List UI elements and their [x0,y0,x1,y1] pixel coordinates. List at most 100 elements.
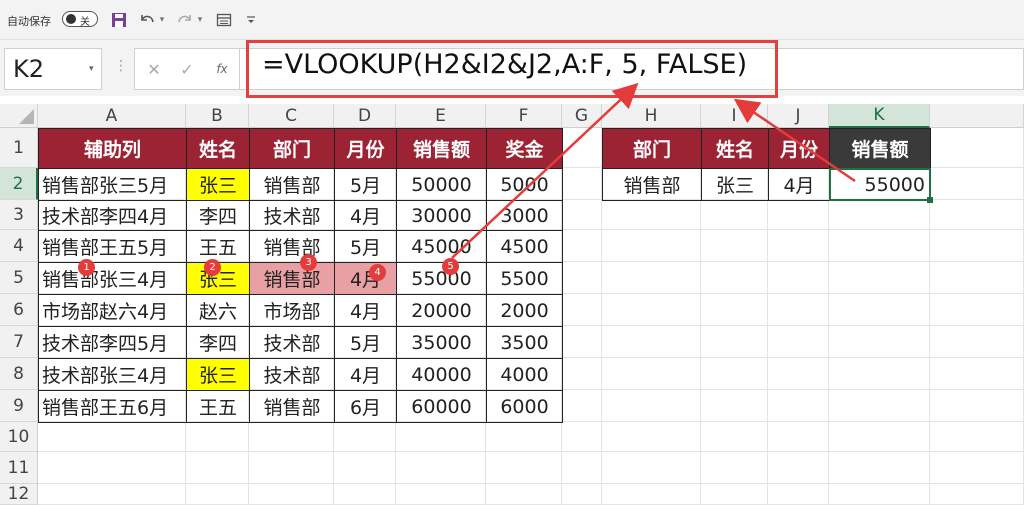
grid-cell[interactable] [562,422,602,452]
grid-cell[interactable] [602,484,701,505]
grid-cell[interactable] [562,168,602,200]
grid-cell[interactable] [829,230,930,262]
grid-cell[interactable] [701,326,768,358]
column-header-h[interactable]: H [602,104,701,128]
grid-cell[interactable] [186,484,249,505]
grid-cell[interactable] [186,422,249,452]
grid-cell[interactable] [562,326,602,358]
source-data-cell[interactable]: 销售部 [249,390,335,423]
source-data-cell[interactable]: 技术部张三4月 [38,358,187,391]
grid-cell[interactable] [768,326,829,358]
column-header-b[interactable]: B [186,104,249,128]
autosave-toggle[interactable]: 关 [62,11,98,28]
source-data-cell[interactable]: 5月 [334,168,397,201]
source-data-cell[interactable]: 市场部赵六4月 [38,294,187,327]
grid-cell[interactable] [829,422,930,452]
source-data-cell[interactable]: 50000 [396,168,487,201]
source-data-cell[interactable]: 4月 [334,294,397,327]
fill-handle[interactable] [927,197,933,203]
source-data-cell[interactable]: 市场部 [249,294,335,327]
source-data-cell[interactable]: 4月 [334,262,397,295]
undo-dropdown-icon[interactable]: ▾ [157,10,167,30]
grid-cell[interactable] [829,262,930,294]
customize-icon[interactable] [244,10,258,30]
grid-cell[interactable] [829,200,930,230]
grid-cell[interactable] [38,484,186,505]
save-icon[interactable] [108,10,130,30]
source-data-cell[interactable]: 20000 [396,294,487,327]
grid-cell[interactable] [396,484,486,505]
grid-cell[interactable] [930,422,1024,452]
grid-cell[interactable] [768,484,829,505]
grid-cell[interactable] [930,452,1024,484]
more-icon[interactable]: ⋮ [114,58,128,74]
grid-cell[interactable] [930,200,1024,230]
column-header-a[interactable]: A [38,104,186,128]
grid-cell[interactable] [562,262,602,294]
column-header-c[interactable]: C [249,104,334,128]
grid-cell[interactable] [768,294,829,326]
source-data-cell[interactable]: 45000 [396,230,487,263]
grid-cell[interactable] [930,128,1024,168]
grid-cell[interactable] [38,452,186,484]
cancel-icon[interactable]: ✕ [145,59,163,79]
source-data-cell[interactable]: 销售部张三5月 [38,168,187,201]
column-header-f[interactable]: F [486,104,562,128]
grid-cell[interactable] [768,422,829,452]
redo-dropdown-icon[interactable]: ▾ [195,10,205,30]
source-data-cell[interactable]: 销售部张三4月 [38,262,187,295]
grid-cell[interactable] [701,294,768,326]
source-data-cell[interactable]: 李四 [186,326,250,359]
source-data-cell[interactable]: 4000 [486,358,563,391]
grid-cell[interactable] [768,358,829,390]
source-data-cell[interactable]: 技术部 [249,358,335,391]
source-data-cell[interactable]: 60000 [396,390,487,423]
source-data-cell[interactable]: 销售部 [249,262,335,295]
source-data-cell[interactable]: 技术部 [249,326,335,359]
source-data-cell[interactable]: 销售部王五6月 [38,390,187,423]
lookup-data-cell[interactable]: 4月 [768,168,830,201]
grid-cell[interactable] [602,200,701,230]
source-data-cell[interactable]: 4500 [486,230,563,263]
column-header-d[interactable]: D [334,104,396,128]
grid-cell[interactable] [249,452,334,484]
print-preview-icon[interactable] [213,10,235,30]
source-data-cell[interactable]: 技术部李四5月 [38,326,187,359]
source-data-cell[interactable]: 王五 [186,230,250,263]
grid-cell[interactable] [249,484,334,505]
grid-cell[interactable] [829,390,930,422]
row-header-9[interactable]: 9 [0,390,38,422]
column-header-e[interactable]: E [396,104,486,128]
grid-cell[interactable] [38,422,186,452]
grid-cell[interactable] [562,484,602,505]
column-header-j[interactable]: J [768,104,829,128]
grid-cell[interactable] [829,358,930,390]
active-cell-k2[interactable]: 55000 [829,168,931,201]
grid-cell[interactable] [562,128,602,168]
redo-icon[interactable] [174,10,196,30]
source-data-cell[interactable]: 2000 [486,294,563,327]
row-header-1[interactable]: 1 [0,128,38,168]
grid-cell[interactable] [562,294,602,326]
row-header-6[interactable]: 6 [0,294,38,326]
row-header-3[interactable]: 3 [0,200,38,230]
grid-cell[interactable] [396,422,486,452]
grid-cell[interactable] [930,168,1024,200]
select-all-icon[interactable] [0,104,38,128]
source-data-cell[interactable]: 王五 [186,390,250,423]
grid-cell[interactable] [602,358,701,390]
grid-cell[interactable] [768,262,829,294]
source-data-cell[interactable]: 6月 [334,390,397,423]
grid-cell[interactable] [396,452,486,484]
grid-cell[interactable] [562,200,602,230]
source-data-cell[interactable]: 5500 [486,262,563,295]
grid-cell[interactable] [562,358,602,390]
grid-cell[interactable] [768,452,829,484]
grid-cell[interactable] [768,390,829,422]
undo-icon[interactable] [136,10,158,30]
source-data-cell[interactable]: 4月 [334,200,397,231]
column-header-i[interactable]: I [701,104,768,128]
source-data-cell[interactable]: 5月 [334,230,397,263]
row-header-10[interactable]: 10 [0,422,38,452]
grid-cell[interactable] [562,452,602,484]
